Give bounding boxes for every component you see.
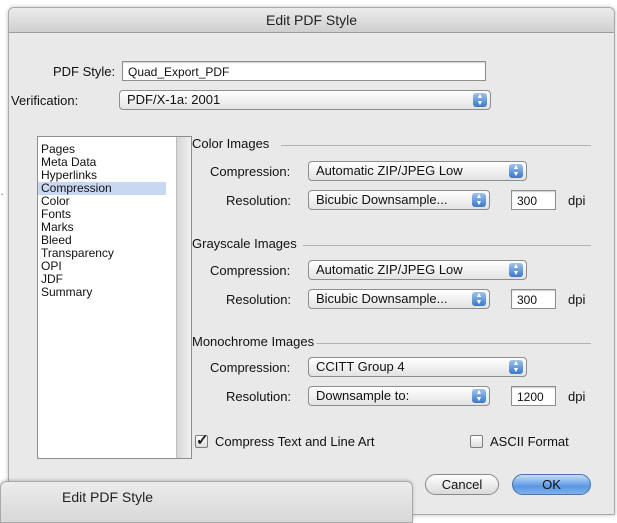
grayscale-images-heading: Grayscale Images	[192, 236, 297, 251]
grayscale-dpi-unit: dpi	[568, 292, 586, 307]
edit-pdf-style-dialog: Edit PDF Style PDF Style: Quad_Export_PD…	[8, 7, 615, 515]
sidebar-item-summary[interactable]: Summary	[38, 286, 166, 299]
category-list[interactable]: Pages Meta Data Hyperlinks Compression Color…	[37, 136, 192, 459]
color-images-divider	[281, 145, 591, 146]
color-resolution-popup[interactable]: Bicubic Downsample... ▲ ▼	[308, 190, 490, 210]
color-resolution-label: Resolution:	[226, 193, 292, 208]
verification-label: Verification:	[11, 93, 79, 108]
list-scrollbar[interactable]	[176, 137, 191, 458]
ascii-format-label: ASCII Format	[490, 434, 569, 449]
grayscale-dpi-field[interactable]: 300	[511, 289, 556, 309]
grayscale-resolution-value: Bicubic Downsample...	[316, 291, 448, 306]
pdf-style-field[interactable]: Quad_Export_PDF	[122, 61, 486, 81]
grayscale-resolution-label: Resolution:	[226, 292, 292, 307]
grayscale-compression-value: Automatic ZIP/JPEG Low	[316, 262, 463, 277]
monochrome-compression-value: CCITT Group 4	[316, 359, 405, 374]
ok-button[interactable]: OK	[512, 474, 591, 495]
pdf-style-label: PDF Style:	[53, 64, 116, 79]
popup-arrows-icon: ▲ ▼	[472, 193, 486, 207]
ascii-format-checkbox[interactable]	[470, 435, 483, 448]
monochrome-resolution-label: Resolution:	[226, 389, 292, 404]
verification-value: PDF/X-1a: 2001	[127, 92, 221, 107]
category-list-items: Pages Meta Data Hyperlinks Compression Color…	[38, 143, 166, 299]
dialog-content: PDF Style: Quad_Export_PDF Verification:…	[9, 33, 614, 514]
compress-text-checkbox[interactable]: ✓	[195, 432, 209, 449]
grayscale-images-divider	[303, 245, 591, 246]
verification-popup[interactable]: PDF/X-1a: 2001 ▲ ▼	[119, 90, 491, 110]
color-dpi-field[interactable]: 300	[511, 190, 556, 210]
grayscale-compression-popup[interactable]: Automatic ZIP/JPEG Low ▲ ▼	[308, 260, 527, 280]
color-compression-value: Automatic ZIP/JPEG Low	[316, 163, 463, 178]
color-compression-popup[interactable]: Automatic ZIP/JPEG Low ▲ ▼	[308, 161, 527, 181]
dialog-title: Edit PDF Style	[9, 8, 614, 33]
color-images-heading: Color Images	[192, 136, 270, 151]
monochrome-images-heading: Monochrome Images	[192, 334, 315, 349]
popup-arrows-icon: ▲ ▼	[472, 292, 486, 306]
popup-arrows-icon: ▲ ▼	[509, 263, 523, 277]
monochrome-compression-label: Compression:	[210, 360, 291, 375]
grayscale-compression-label: Compression:	[210, 263, 291, 278]
background-window-title: Edit PDF Style	[62, 489, 154, 505]
popup-arrows-icon: ▲ ▼	[472, 389, 486, 403]
compress-text-label: Compress Text and Line Art	[215, 434, 375, 449]
color-dpi-unit: dpi	[568, 193, 586, 208]
monochrome-dpi-field[interactable]: 1200	[511, 386, 556, 406]
monochrome-dpi-unit: dpi	[568, 389, 586, 404]
cancel-button[interactable]: Cancel	[425, 474, 499, 495]
checkmark-icon: ✓	[196, 432, 209, 449]
background-window[interactable]: Edit PDF Style	[0, 481, 413, 523]
popup-arrows-icon: ▲ ▼	[473, 93, 487, 107]
grayscale-resolution-popup[interactable]: Bicubic Downsample... ▲ ▼	[308, 289, 490, 309]
popup-arrows-icon: ▲ ▼	[509, 360, 523, 374]
color-resolution-value: Bicubic Downsample...	[316, 192, 448, 207]
monochrome-resolution-popup[interactable]: Downsample to: ▲ ▼	[308, 386, 490, 406]
monochrome-resolution-value: Downsample to:	[316, 388, 410, 403]
popup-arrows-icon: ▲ ▼	[509, 164, 523, 178]
monochrome-compression-popup[interactable]: CCITT Group 4 ▲ ▼	[308, 357, 527, 377]
monochrome-images-divider	[316, 343, 591, 344]
color-compression-label: Compression:	[210, 164, 291, 179]
